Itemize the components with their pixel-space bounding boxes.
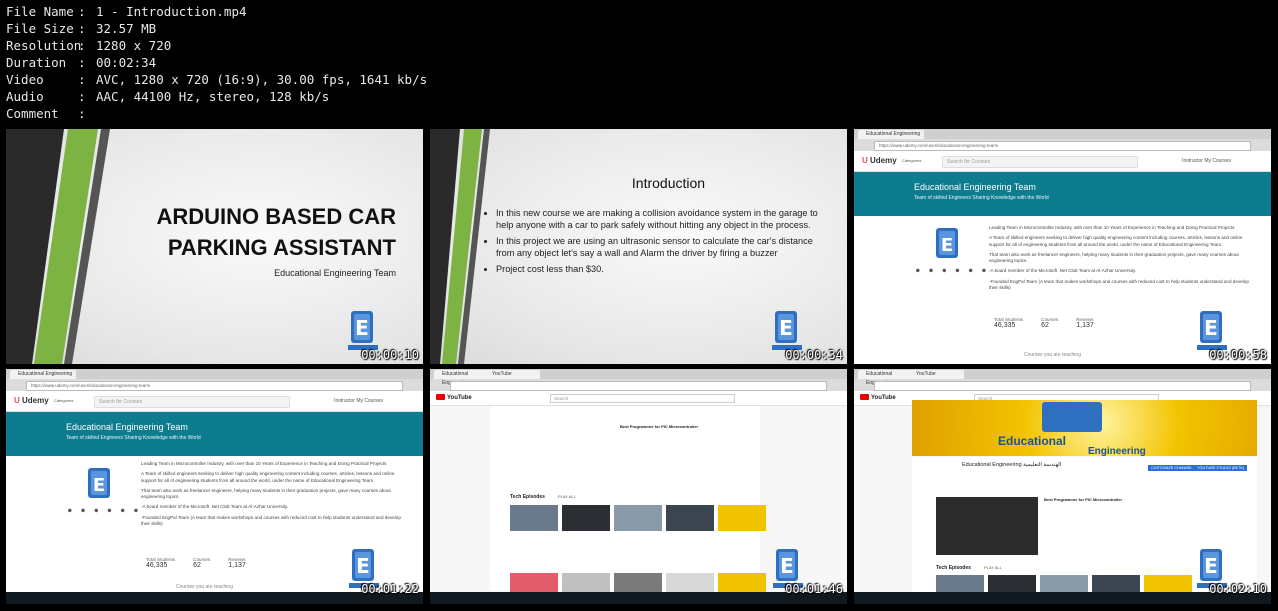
meta-row: Duration:00:02:34 xyxy=(6,55,157,70)
timestamp: 00:01:46 xyxy=(785,582,843,596)
meta-row: File Size:32.57 MB xyxy=(6,21,157,36)
meta-key: File Name xyxy=(6,4,74,19)
profile-avatar: E xyxy=(86,467,114,505)
meta-value: AAC, 44100 Hz, stereo, 128 kb/s xyxy=(96,89,330,104)
slide-title: Introduction xyxy=(631,175,706,191)
video-title: Best Programmer for PIC Microcontroller xyxy=(620,424,699,429)
meta-key: Duration xyxy=(6,55,67,70)
search-input: Search xyxy=(550,394,735,403)
educational-engineering-logo: E xyxy=(772,309,802,353)
svg-text:E: E xyxy=(1204,554,1218,578)
educational-engineering-logo: E xyxy=(1197,309,1227,353)
header-links: Instructor My Courses xyxy=(1182,158,1231,164)
thumbnail-2: Introduction In this new course we are m… xyxy=(430,129,847,364)
youtube-logo: YouTube xyxy=(436,394,472,401)
browser-chrome: Educational Engineering https://www.udem… xyxy=(854,129,1271,151)
meta-key: Audio xyxy=(6,89,44,104)
thumbnail-6: Educational Engineering YouTube YouTube … xyxy=(854,369,1271,604)
udemy-logo: U Udemy xyxy=(862,156,897,165)
courses-teaching-heading: Courses you are teaching xyxy=(1024,352,1081,358)
timestamp: 00:01:22 xyxy=(361,582,419,596)
thumbnail-5: Educational Engineering YouTube YouTube … xyxy=(430,369,847,604)
bullet-3: Project cost less than $30. xyxy=(496,263,825,275)
meta-row: Resolution:1280 x 720 xyxy=(6,38,172,53)
meta-row: Video: AVC, 1280 x 720 (16:9), 30.00 fps,… xyxy=(6,72,428,87)
slide-bullets: In this new course we are making a colli… xyxy=(488,207,825,279)
thumbnail-3: Educational Engineering https://www.udem… xyxy=(854,129,1271,364)
svg-text:E: E xyxy=(355,316,369,340)
browser-chrome: Educational Engineering YouTube xyxy=(854,369,1271,391)
slide-title-line-1: ARDUINO BASED CAR xyxy=(156,204,396,229)
customize-channel-button[interactable]: CUSTOMIZE CHANNEL xyxy=(1148,465,1196,471)
svg-text:E: E xyxy=(93,475,105,496)
meta-key: Resolution xyxy=(6,38,82,53)
bullet-1: In this new course we are making a colli… xyxy=(496,207,825,231)
educational-engineering-logo: E xyxy=(348,309,378,353)
bio-5: -Founded EngPal Team (A team that makes … xyxy=(989,278,1249,291)
social-icons: ● ● ● ● ● ● xyxy=(916,267,989,274)
meta-value: 32.57 MB xyxy=(96,21,157,36)
bullet-2: In this project we are using an ultrason… xyxy=(496,235,825,259)
featured-video-player xyxy=(936,497,1038,555)
udemy-header: U Udemy Categories Search for Courses In… xyxy=(854,151,1271,172)
channel-name: Educational Engineering الهندسة التعليمي… xyxy=(962,462,1062,468)
slide-subtitle: Educational Engineering Team xyxy=(274,268,396,278)
thumbnail-4: Educational Engineering https://www.udem… xyxy=(6,369,423,604)
bio-1: Leading Team in Microcontroller Industry… xyxy=(989,225,1235,230)
profile-banner: Educational Engineering Team Team of ski… xyxy=(854,172,1271,216)
youtube-header: YouTube Search xyxy=(430,391,847,406)
file-info-panel: File Name:1 - Introduction.mp4 File Size:… xyxy=(6,3,427,122)
bio-3: That team also work as freelancer engine… xyxy=(989,251,1239,264)
meta-value: 1280 x 720 xyxy=(96,38,172,53)
categories-link: Categories xyxy=(902,158,922,163)
timestamp: 00:00:10 xyxy=(361,348,419,362)
svg-text:E: E xyxy=(941,235,953,256)
browser-chrome: Educational Engineering YouTube xyxy=(430,369,847,391)
play-all-link: PLAY ALL xyxy=(984,565,1002,570)
timestamp: 00:00:58 xyxy=(1209,348,1267,362)
search-input: Search for Courses xyxy=(942,156,1138,168)
meta-value: 00:02:34 xyxy=(96,55,157,70)
video-title: Best Programmer for PIC Microcontroller xyxy=(1044,497,1123,502)
bio-4: -A board member of the Microsoft .Net Cl… xyxy=(989,268,1137,274)
meta-key: Video xyxy=(6,72,44,87)
meta-row: Comment: xyxy=(6,106,86,121)
browser-chrome: Educational Engineering https://www.udem… xyxy=(6,369,423,391)
svg-text:E: E xyxy=(780,554,794,578)
slide-title-line-2: PARKING ASSISTANT xyxy=(167,235,396,260)
svg-text:E: E xyxy=(779,316,793,340)
meta-row: Audio: AAC, 44100 Hz, stereo, 128 kb/s xyxy=(6,89,330,104)
section-title: Tech Episodes xyxy=(510,494,545,500)
profile-bio: Leading Team in Microcontroller Industry… xyxy=(989,225,1251,295)
play-all-link: PLAY ALL xyxy=(558,494,576,499)
udemy-header: U Udemy Categories Search for Courses In… xyxy=(6,391,423,412)
banner-text-1: Educational xyxy=(998,434,1067,448)
svg-text:E: E xyxy=(1204,316,1218,340)
timestamp: 00:00:34 xyxy=(785,348,843,362)
profile-stats: Total Students 46,335 Courses 62 Reviews 1,… xyxy=(146,557,246,569)
profile-stats: Total Students 46,335 Courses 62 Reviews 1,… xyxy=(994,317,1094,329)
studio-button[interactable]: YOUTUBE STUDIO (BETA) xyxy=(1194,465,1247,471)
browser-tab: Educational Engineering xyxy=(858,130,924,139)
meta-key: Comment xyxy=(6,106,59,121)
profile-banner: Educational Engineering Team Team of ski… xyxy=(6,412,423,456)
meta-key: File Size xyxy=(6,21,74,36)
profile-avatar: E xyxy=(934,227,962,265)
team-name: Educational Engineering Team xyxy=(914,182,1036,192)
meta-value: 1 - Introduction.mp4 xyxy=(96,4,247,19)
section-title: Tech Episodes xyxy=(936,565,971,571)
svg-text:E: E xyxy=(356,554,370,578)
meta-row: File Name:1 - Introduction.mp4 xyxy=(6,4,247,19)
banner-text-2: Engineering xyxy=(1088,446,1146,456)
thumbnail-1: ARDUINO BASED CAR PARKING ASSISTANT Educ… xyxy=(6,129,423,364)
profile-bio: Leading Team in Microcontroller Industry… xyxy=(141,461,401,527)
channel-banner: Educational Engineering xyxy=(912,400,1257,456)
bio-2: A Team of skilled engineers seeking to d… xyxy=(989,235,1243,247)
timestamp: 00:02:10 xyxy=(1209,582,1267,596)
address-bar: https://www.udemy.com/user/educational-e… xyxy=(874,141,1251,151)
meta-value: AVC, 1280 x 720 (16:9), 30.00 fps, 1641 … xyxy=(96,72,428,87)
team-tagline: Team of skilled Engineers Sharing Knowle… xyxy=(914,195,1049,201)
